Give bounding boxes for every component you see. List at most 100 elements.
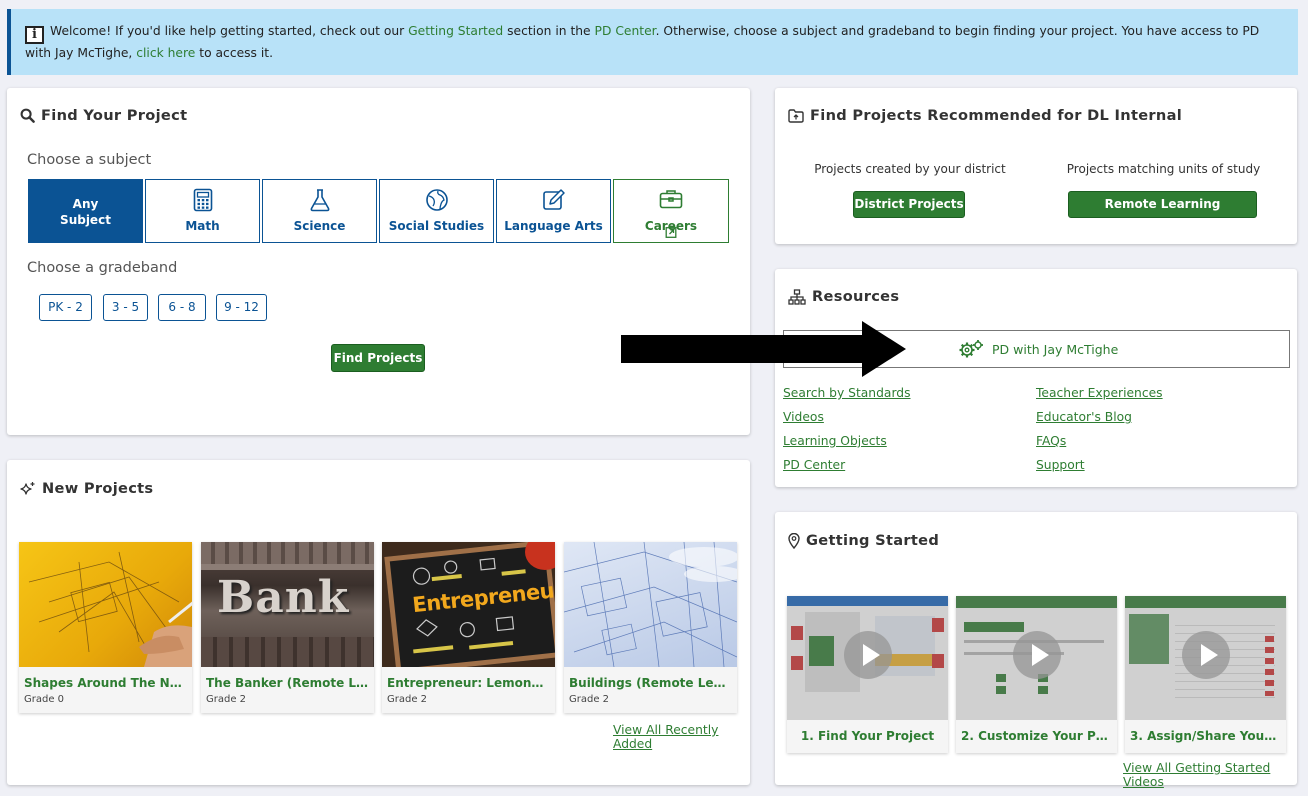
- find-project-title-text: Find Your Project: [41, 107, 188, 124]
- district-caption: Projects created by your district: [814, 162, 1006, 176]
- play-icon: [1013, 631, 1061, 679]
- sitemap-icon: [788, 288, 806, 305]
- subject-math[interactable]: Math: [145, 179, 260, 243]
- project-thumbnail-entrepreneur: Entrepreneur: [382, 542, 555, 667]
- new-projects-card: New Projects Shapes Around The Neigh... …: [7, 460, 750, 785]
- search-by-standards-link[interactable]: Search by Standards: [783, 386, 911, 400]
- project-grade: Grade 2: [206, 694, 247, 705]
- subject-any-line1: Any: [72, 197, 99, 211]
- project-thumbnail-shapes: [19, 542, 192, 667]
- briefcase-icon: [659, 190, 683, 209]
- find-project-title: Find Your Project: [20, 107, 187, 124]
- project-grade: Grade 0: [24, 694, 65, 705]
- external-link-icon: [665, 227, 677, 238]
- subject-language-arts-label: Language Arts: [504, 219, 603, 233]
- project-grade: Grade 2: [387, 694, 428, 705]
- sparkles-icon: [20, 481, 35, 495]
- support-link[interactable]: Support: [1036, 458, 1085, 472]
- banner-text: Welcome! If you'd like help getting star…: [50, 24, 409, 38]
- subject-any[interactable]: Any Subject: [28, 179, 143, 243]
- video-card[interactable]: 1. Find Your Project: [787, 596, 948, 753]
- subject-science-label: Science: [293, 219, 346, 233]
- units-caption: Projects matching units of study: [1066, 162, 1261, 176]
- project-title: Entrepreneur: Lemonade ...: [387, 676, 550, 690]
- banner-text: to access it.: [195, 46, 274, 60]
- project-title: The Banker (Remote Learn...: [206, 676, 369, 690]
- educators-blog-link[interactable]: Educator's Blog: [1036, 410, 1132, 424]
- video-thumbnail: [1125, 596, 1286, 720]
- project-title: Shapes Around The Neigh...: [24, 676, 187, 690]
- pd-button-label: PD with Jay McTighe: [992, 341, 1119, 357]
- video-card[interactable]: 3. Assign/Share Your Pro...: [1125, 596, 1286, 753]
- resources-title: Resources: [788, 288, 899, 305]
- subject-careers-label-row: Careers: [614, 219, 728, 238]
- globe-icon: [425, 189, 448, 211]
- gradeband-pk-2[interactable]: PK - 2: [39, 294, 92, 321]
- district-projects-button[interactable]: District Projects: [853, 191, 965, 218]
- welcome-banner: i Welcome! If you'd like help getting sta…: [7, 9, 1298, 75]
- pd-center-resource-link[interactable]: PD Center: [783, 458, 845, 472]
- find-projects-button[interactable]: Find Projects: [331, 344, 425, 372]
- info-icon: i: [25, 26, 44, 44]
- resources-title-text: Resources: [812, 288, 900, 305]
- gradeband-6-8[interactable]: 6 - 8: [158, 294, 206, 321]
- getting-started-title-text: Getting Started: [806, 532, 940, 549]
- getting-started-title: Getting Started: [788, 532, 939, 549]
- video-thumbnail: [787, 596, 948, 720]
- videos-link[interactable]: Videos: [783, 410, 824, 424]
- map-pin-icon: [788, 532, 800, 549]
- play-icon: [844, 631, 892, 679]
- faqs-link[interactable]: FAQs: [1036, 434, 1066, 448]
- recommended-title-text: Find Projects Recommended for DL Interna…: [810, 107, 1183, 124]
- new-projects-title: New Projects: [20, 480, 153, 497]
- folder-upload-icon: [788, 108, 804, 123]
- find-project-card: Find Your Project Choose a subject Any Su…: [7, 88, 750, 435]
- recommended-title: Find Projects Recommended for DL Interna…: [788, 107, 1182, 124]
- project-card[interactable]: Entrepreneur Entrepreneur: Lemonade ... …: [382, 542, 555, 713]
- project-grade: Grade 2: [569, 694, 610, 705]
- video-thumbnail: [956, 596, 1117, 720]
- subject-science[interactable]: Science: [262, 179, 377, 243]
- gradeband-3-5[interactable]: 3 - 5: [103, 294, 148, 321]
- video-title: 1. Find Your Project: [800, 729, 935, 743]
- remote-learning-suggestions-button[interactable]: Remote Learning Suggestions: [1068, 191, 1257, 236]
- teacher-experiences-link[interactable]: Teacher Experiences: [1036, 386, 1163, 400]
- project-card[interactable]: Buildings (Remote Learning) Grade 2: [564, 542, 737, 713]
- annotation-arrow: [621, 321, 906, 377]
- video-title: 3. Assign/Share Your Pro...: [1130, 729, 1286, 743]
- subject-social-studies-label: Social Studies: [388, 219, 485, 233]
- video-title: 2. Customize Your Project: [961, 729, 1117, 743]
- project-thumbnail-bank: Bank: [201, 542, 374, 667]
- gears-icon: [959, 340, 983, 358]
- click-here-link[interactable]: click here: [136, 46, 195, 60]
- bank-sign-text: Bank: [217, 572, 350, 623]
- subject-math-label: Math: [185, 219, 220, 233]
- flask-icon: [310, 189, 329, 212]
- recommended-card: Find Projects Recommended for DL Interna…: [775, 88, 1297, 244]
- subject-social-studies[interactable]: Social Studies: [379, 179, 494, 243]
- project-card[interactable]: Shapes Around The Neigh... Grade 0: [19, 542, 192, 713]
- calculator-icon: [193, 188, 212, 212]
- play-icon: [1182, 631, 1230, 679]
- subject-language-arts[interactable]: Language Arts: [496, 179, 611, 243]
- subject-careers[interactable]: Careers: [613, 179, 729, 243]
- view-all-getting-started-videos-link[interactable]: View All Getting Started Videos: [1123, 761, 1297, 789]
- view-all-recently-added-link[interactable]: View All Recently Added: [613, 723, 750, 751]
- pencil-square-icon: [542, 189, 565, 210]
- new-projects-title-text: New Projects: [42, 480, 154, 497]
- project-thumbnail-buildings: [564, 542, 737, 667]
- subject-any-line2: Subject: [60, 213, 111, 227]
- project-title: Buildings (Remote Learning): [569, 676, 732, 690]
- project-card[interactable]: Bank The Banker (Remote Learn... Grade 2: [201, 542, 374, 713]
- video-card[interactable]: 2. Customize Your Project: [956, 596, 1117, 753]
- learning-objects-link[interactable]: Learning Objects: [783, 434, 887, 448]
- choose-subject-label: Choose a subject: [27, 152, 152, 168]
- banner-text: section in the: [503, 24, 595, 38]
- getting-started-card: Getting Started 1. Find Your Project 2. …: [775, 512, 1297, 789]
- search-icon: [20, 108, 35, 123]
- gradeband-9-12[interactable]: 9 - 12: [216, 294, 267, 321]
- pd-center-link[interactable]: PD Center: [595, 24, 656, 38]
- getting-started-link[interactable]: Getting Started: [408, 24, 503, 38]
- choose-gradeband-label: Choose a gradeband: [27, 260, 178, 276]
- pd-button-content: PD with Jay McTighe: [958, 339, 1118, 359]
